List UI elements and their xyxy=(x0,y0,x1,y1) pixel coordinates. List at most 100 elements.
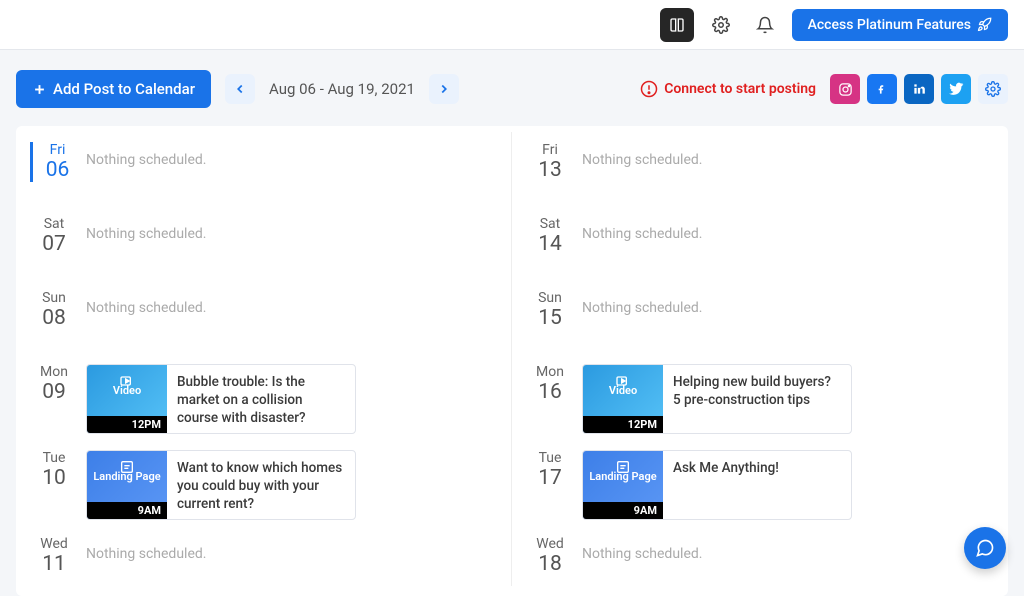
nothing-scheduled-text: Nothing scheduled. xyxy=(86,536,505,562)
day-number: 18 xyxy=(526,552,574,576)
landing-thumb: Landing Page9AM xyxy=(583,451,663,519)
nothing-scheduled-text: Nothing scheduled. xyxy=(582,290,1002,316)
top-header: Access Platinum Features xyxy=(0,0,1024,50)
day-number: 07 xyxy=(30,232,78,256)
facebook-button[interactable] xyxy=(867,74,897,104)
nothing-scheduled-text: Nothing scheduled. xyxy=(86,290,505,316)
day-content: Nothing scheduled. xyxy=(78,216,505,242)
prev-range-button[interactable] xyxy=(225,74,255,104)
day-date: Wed18 xyxy=(526,536,574,576)
day-date: Sun08 xyxy=(30,290,78,330)
page-icon xyxy=(615,459,631,475)
day-number: 14 xyxy=(526,232,574,256)
day-content: Nothing scheduled. xyxy=(574,290,1002,316)
play-icon xyxy=(119,373,135,389)
day-date: Fri06 xyxy=(30,142,78,182)
gear-icon xyxy=(985,81,1001,97)
access-platinum-button[interactable]: Access Platinum Features xyxy=(792,9,1008,41)
connect-warning-link[interactable]: Connect to start posting xyxy=(640,80,816,98)
instagram-button[interactable] xyxy=(830,74,860,104)
day-content: Nothing scheduled. xyxy=(78,536,505,562)
nothing-scheduled-text: Nothing scheduled. xyxy=(582,216,1002,242)
post-card[interactable]: Landing Page9AMWant to know which homes … xyxy=(86,450,356,520)
bell-icon[interactable] xyxy=(748,8,782,42)
chat-fab[interactable] xyxy=(964,527,1006,569)
rocket-icon xyxy=(977,17,992,32)
day-name: Wed xyxy=(526,536,574,552)
add-post-label: Add Post to Calendar xyxy=(53,80,195,98)
day-number: 11 xyxy=(30,552,78,576)
connect-warning-label: Connect to start posting xyxy=(664,81,816,97)
day-name: Sat xyxy=(526,216,574,232)
twitter-button[interactable] xyxy=(941,74,971,104)
day-name: Mon xyxy=(526,364,574,380)
day-date: Tue17 xyxy=(526,450,574,490)
settings-icon[interactable] xyxy=(704,8,738,42)
day-date: Mon16 xyxy=(526,364,574,404)
day-name: Sun xyxy=(30,290,78,306)
day-row: Mon09Video12PMBubble trouble: Is the mar… xyxy=(22,354,505,440)
next-range-button[interactable] xyxy=(429,74,459,104)
landing-thumb: Landing Page9AM xyxy=(87,451,167,519)
plus-icon xyxy=(32,82,47,97)
calendar-column: Fri13Nothing scheduled.Sat14Nothing sche… xyxy=(512,132,1008,586)
alert-icon xyxy=(640,80,658,98)
day-content: Nothing scheduled. xyxy=(574,536,1002,562)
post-card[interactable]: Video12PMHelping new build buyers? 5 pre… xyxy=(582,364,852,434)
day-date: Sat14 xyxy=(526,216,574,256)
day-name: Fri xyxy=(37,142,78,158)
calendar-panel: Fri06Nothing scheduled.Sat07Nothing sche… xyxy=(16,126,1008,596)
day-row: Sun15 Nothing scheduled. xyxy=(518,280,1002,354)
day-content: Nothing scheduled. xyxy=(78,142,505,168)
post-card[interactable]: Video12PMBubble trouble: Is the market o… xyxy=(86,364,356,434)
twitter-icon xyxy=(949,82,964,97)
day-name: Tue xyxy=(30,450,78,466)
calendar-column: Fri06Nothing scheduled.Sat07Nothing sche… xyxy=(16,132,512,586)
chat-icon xyxy=(975,538,995,558)
play-icon xyxy=(615,373,631,389)
day-content: Nothing scheduled. xyxy=(78,290,505,316)
post-time: 12PM xyxy=(583,416,663,433)
day-row: Mon16Video12PMHelping new build buyers? … xyxy=(518,354,1002,440)
day-content: Landing Page9AMAsk Me Anything! xyxy=(574,450,1002,520)
post-title: Helping new build buyers? 5 pre-construc… xyxy=(663,365,851,433)
day-name: Wed xyxy=(30,536,78,552)
video-thumb: Video12PM xyxy=(87,365,167,433)
day-content: Landing Page9AMWant to know which homes … xyxy=(78,450,505,520)
day-row: Fri06Nothing scheduled. xyxy=(22,132,505,206)
add-post-button[interactable]: Add Post to Calendar xyxy=(16,70,211,108)
day-number: 15 xyxy=(526,306,574,330)
linkedin-icon xyxy=(912,82,926,96)
linkedin-button[interactable] xyxy=(904,74,934,104)
day-content: Nothing scheduled. xyxy=(574,142,1002,168)
calendar-toolbar: Add Post to Calendar Aug 06 - Aug 19, 20… xyxy=(0,50,1024,126)
day-number: 08 xyxy=(30,306,78,330)
day-row: Sat14 Nothing scheduled. xyxy=(518,206,1002,280)
post-time: 9AM xyxy=(87,502,167,519)
day-name: Fri xyxy=(526,142,574,158)
chevron-left-icon xyxy=(233,82,247,96)
day-date: Sat07 xyxy=(30,216,78,256)
social-settings-button[interactable] xyxy=(978,74,1008,104)
instagram-icon xyxy=(838,82,853,97)
chevron-right-icon xyxy=(437,82,451,96)
day-number: 13 xyxy=(526,158,574,182)
day-number: 17 xyxy=(526,466,574,490)
facebook-icon xyxy=(877,81,887,97)
day-row: Wed18Nothing scheduled. xyxy=(518,526,1002,596)
day-date: Fri13 xyxy=(526,142,574,182)
day-name: Sat xyxy=(30,216,78,232)
day-number: 16 xyxy=(526,380,574,404)
access-platinum-label: Access Platinum Features xyxy=(808,17,971,33)
day-number: 10 xyxy=(30,466,78,490)
post-card[interactable]: Landing Page9AMAsk Me Anything! xyxy=(582,450,852,520)
day-name: Mon xyxy=(30,364,78,380)
day-row: Sun08 Nothing scheduled. xyxy=(22,280,505,354)
nothing-scheduled-text: Nothing scheduled. xyxy=(86,216,505,242)
post-time: 9AM xyxy=(583,502,663,519)
day-date: Tue10 xyxy=(30,450,78,490)
docs-icon[interactable] xyxy=(660,8,694,42)
day-date: Sun15 xyxy=(526,290,574,330)
day-date: Wed11 xyxy=(30,536,78,576)
day-date: Mon09 xyxy=(30,364,78,404)
